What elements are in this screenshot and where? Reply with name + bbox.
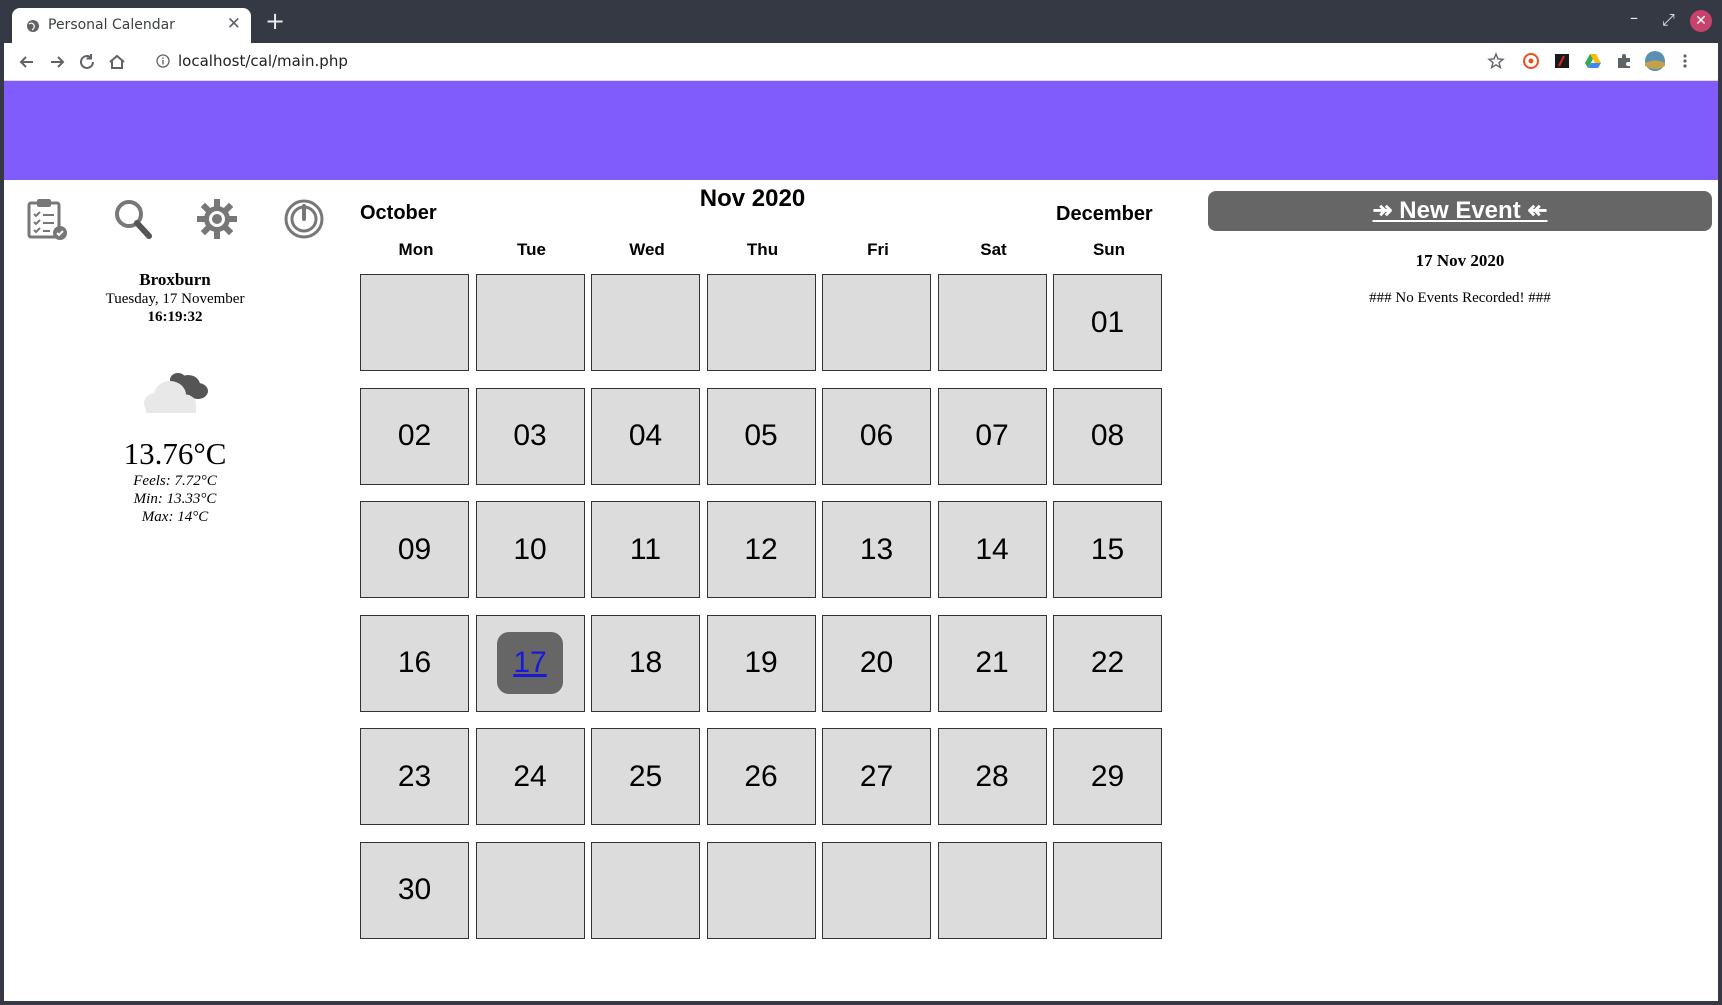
next-month-link[interactable]: December — [1056, 203, 1153, 226]
no-events-message: ### No Events Recorded! ### — [1369, 290, 1551, 306]
day-number[interactable]: 07 — [975, 419, 1008, 453]
day-number[interactable]: 13 — [860, 533, 893, 567]
day-number[interactable]: 01 — [1091, 306, 1124, 340]
power-icon[interactable] — [281, 196, 327, 242]
day-cell-05[interactable]: 05 — [706, 387, 816, 485]
day-number[interactable]: 18 — [629, 646, 662, 680]
today-link[interactable]: 17 — [497, 632, 563, 694]
weekday-wed: Wed — [629, 240, 665, 259]
empty-day-cell — [591, 274, 700, 371]
location-name: Broxburn — [139, 270, 211, 289]
day-cell-13[interactable]: 13 — [822, 501, 931, 598]
temp-max: Max: 14°C — [141, 509, 209, 525]
day-cell-12[interactable]: 12 — [706, 501, 816, 598]
day-cell-25[interactable]: 25 — [591, 728, 700, 825]
temp-min: Min: 13.33°C — [133, 491, 217, 507]
day-number[interactable]: 19 — [744, 646, 777, 680]
day-cell-27[interactable]: 27 — [822, 728, 931, 825]
day-number[interactable]: 12 — [744, 533, 777, 567]
day-cell-04[interactable]: 04 — [591, 387, 700, 485]
day-cell-07[interactable]: 07 — [937, 387, 1047, 485]
empty-day-cell — [822, 274, 931, 371]
day-cell-23[interactable]: 23 — [360, 728, 469, 825]
empty-day-cell — [937, 274, 1047, 371]
empty-day-cell — [706, 841, 816, 939]
cloudy-icon — [144, 373, 208, 413]
empty-day-cell — [360, 274, 469, 371]
day-cell-15[interactable]: 15 — [1053, 501, 1162, 598]
day-cell-09[interactable]: 09 — [360, 501, 469, 598]
day-cell-01[interactable]: 01 — [1053, 274, 1162, 371]
month-title: Nov 2020 — [699, 185, 806, 212]
prev-month-link[interactable]: October — [360, 202, 437, 225]
day-number[interactable]: 16 — [398, 646, 431, 680]
day-number[interactable]: 20 — [860, 646, 893, 680]
current-time: 16:19:32 — [147, 309, 203, 325]
day-number[interactable]: 27 — [860, 760, 893, 794]
day-number[interactable]: 22 — [1091, 646, 1124, 680]
day-cell-24[interactable]: 24 — [475, 728, 585, 825]
feels-like: Feels: 7.72°C — [133, 473, 217, 489]
day-number[interactable]: 10 — [513, 533, 546, 567]
day-number[interactable]: 21 — [975, 646, 1008, 680]
day-cell-16[interactable]: 16 — [360, 614, 469, 712]
day-cell-02[interactable]: 02 — [360, 387, 469, 485]
day-cell-06[interactable]: 06 — [822, 387, 931, 485]
day-cell-11[interactable]: 11 — [591, 501, 700, 598]
settings-gear-icon[interactable] — [194, 196, 240, 242]
header-banner — [4, 81, 1718, 180]
weekday-sun: Sun — [1092, 240, 1126, 259]
day-cell-14[interactable]: 14 — [937, 501, 1047, 598]
day-cell-22[interactable]: 22 — [1053, 614, 1162, 712]
selected-date: 17 Nov 2020 — [1415, 251, 1505, 270]
day-number[interactable]: 29 — [1091, 760, 1124, 794]
day-cell-19[interactable]: 19 — [706, 614, 816, 712]
day-number[interactable]: 05 — [744, 419, 777, 453]
day-number[interactable]: 24 — [513, 760, 546, 794]
day-number[interactable]: 03 — [513, 419, 546, 453]
weekday-tue: Tue — [517, 240, 546, 259]
day-cell-28[interactable]: 28 — [937, 728, 1047, 825]
day-number[interactable]: 11 — [630, 533, 661, 567]
day-cell-17[interactable]: 17 — [475, 614, 585, 712]
temperature: 13.76°C — [123, 436, 227, 471]
empty-day-cell — [475, 274, 585, 371]
day-cell-08[interactable]: 08 — [1053, 387, 1162, 485]
empty-day-cell — [591, 841, 700, 939]
empty-day-cell — [706, 274, 816, 371]
weekday-fri: Fri — [867, 240, 889, 259]
empty-day-cell — [822, 841, 931, 939]
day-cell-03[interactable]: 03 — [475, 387, 585, 485]
day-cell-21[interactable]: 21 — [937, 614, 1047, 712]
day-number[interactable]: 14 — [975, 533, 1008, 567]
day-number[interactable]: 02 — [398, 419, 431, 453]
weekday-mon: Mon — [398, 240, 434, 259]
day-cell-18[interactable]: 18 — [591, 614, 700, 712]
day-cell-10[interactable]: 10 — [475, 501, 585, 598]
empty-day-cell — [1053, 841, 1162, 939]
weekday-thu: Thu — [746, 240, 779, 259]
todo-list-icon[interactable] — [24, 196, 70, 242]
day-number[interactable]: 23 — [398, 760, 431, 794]
search-icon[interactable] — [110, 196, 156, 242]
day-number[interactable]: 25 — [629, 760, 662, 794]
day-number[interactable]: 08 — [1091, 419, 1124, 453]
empty-day-cell — [475, 841, 585, 939]
day-cell-30[interactable]: 30 — [360, 841, 469, 939]
empty-day-cell — [937, 841, 1047, 939]
day-number[interactable]: 04 — [629, 419, 662, 453]
day-number[interactable]: 28 — [975, 760, 1008, 794]
day-number[interactable]: 30 — [398, 873, 431, 907]
new-event-button[interactable]: ↠ New Event ↞ — [1208, 191, 1712, 231]
day-number[interactable]: 09 — [398, 533, 431, 567]
day-cell-29[interactable]: 29 — [1053, 728, 1162, 825]
day-cell-26[interactable]: 26 — [706, 728, 816, 825]
day-number[interactable]: 15 — [1091, 533, 1124, 567]
current-date: Tuesday, 17 November — [105, 291, 245, 307]
day-cell-20[interactable]: 20 — [822, 614, 931, 712]
weekday-sat: Sat — [980, 240, 1007, 259]
day-number[interactable]: 26 — [744, 760, 777, 794]
day-number[interactable]: 06 — [860, 419, 893, 453]
